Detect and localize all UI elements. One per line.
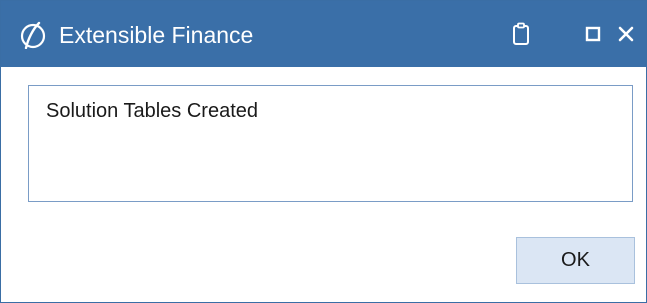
- clipboard-icon[interactable]: [507, 19, 535, 49]
- message-text: Solution Tables Created: [46, 100, 258, 122]
- title-bar[interactable]: Extensible Finance: [1, 1, 646, 67]
- app-logo-icon: [19, 21, 47, 50]
- message-box: Solution Tables Created: [28, 85, 633, 202]
- window-title: Extensible Finance: [59, 22, 254, 48]
- message-dialog: Extensible Finance Solution Tables Creat…: [0, 0, 647, 303]
- ok-button[interactable]: OK: [516, 237, 635, 284]
- close-icon[interactable]: [613, 19, 639, 49]
- maximize-icon[interactable]: [581, 19, 605, 49]
